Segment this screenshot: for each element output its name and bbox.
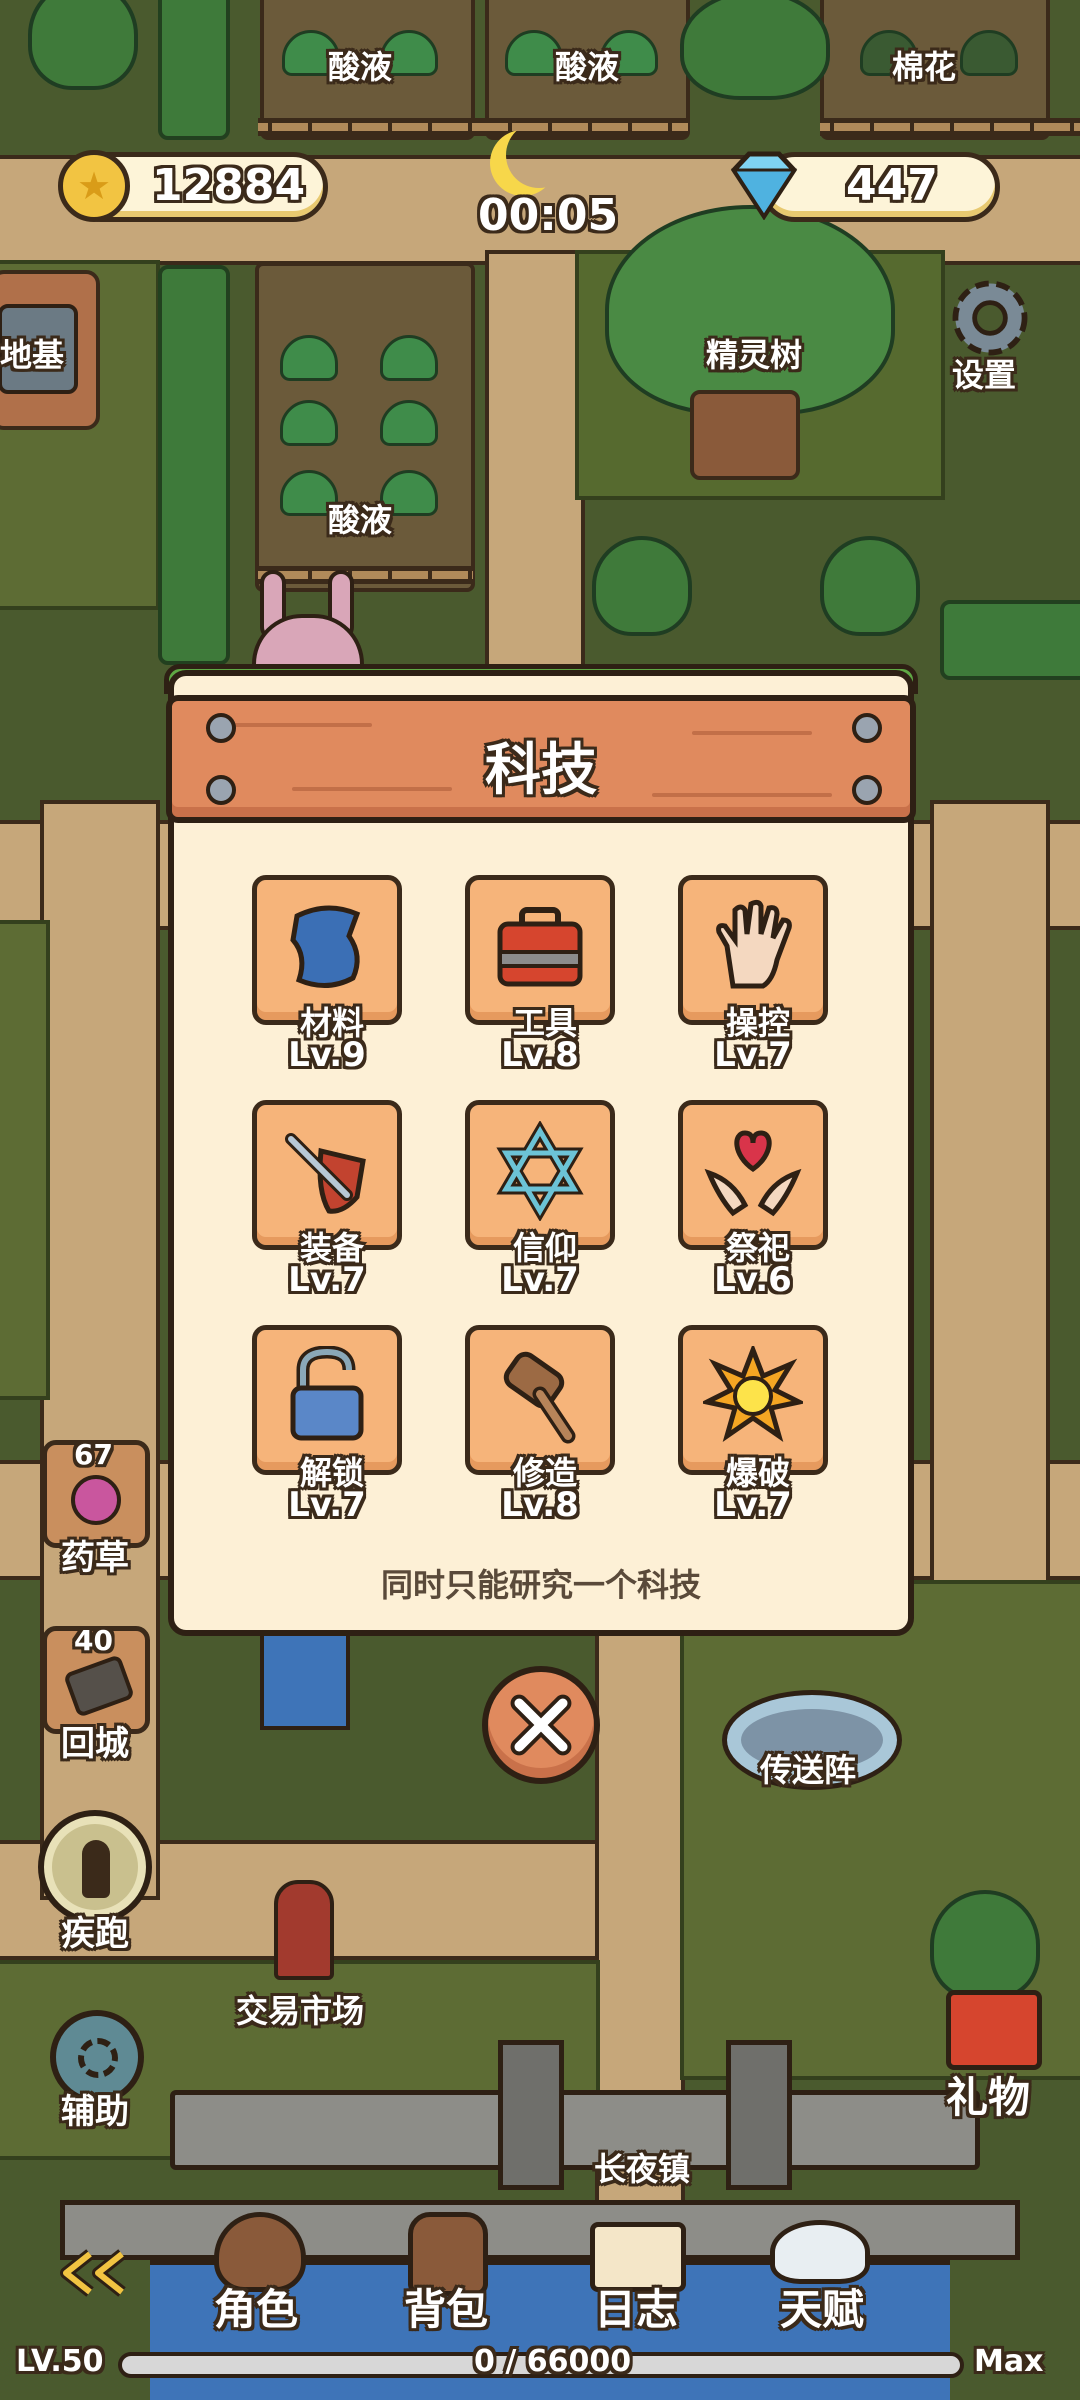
- mallet-icon: [503, 1351, 576, 1444]
- tech-construction-tile: 修造: [465, 1325, 615, 1492]
- modal-note: 同时只能研究一个科技: [380, 1566, 701, 1604]
- tech-tools[interactable]: 工具 Lv.8: [465, 875, 615, 1075]
- nav-journal[interactable]: 日志: [580, 2200, 700, 2334]
- tech-material-name: 材料: [299, 1004, 364, 1042]
- tech-tools-tile: 工具: [465, 875, 615, 1042]
- tech-demolition[interactable]: 爆破 Lv.7: [678, 1325, 828, 1525]
- tech-faith[interactable]: 信仰 Lv.7: [465, 1100, 615, 1300]
- close-button[interactable]: [482, 1666, 600, 1784]
- tech-control-tile: 操控: [678, 875, 828, 1042]
- tech-faith-tile: 信仰: [465, 1100, 615, 1267]
- nav-talent-label: 天赋: [780, 2285, 865, 2334]
- tech-sacrifice-tile: 祭祀: [678, 1100, 828, 1267]
- close-icon: [510, 1694, 572, 1756]
- nav-character[interactable]: 角色: [200, 2200, 320, 2334]
- tech-unlock[interactable]: 解锁 Lv.7: [252, 1325, 402, 1525]
- tech-equipment-name: 装备: [299, 1229, 364, 1267]
- xp-value: 0 / 66000: [474, 2344, 632, 2379]
- tech-unlock-name: 解锁: [299, 1454, 364, 1492]
- cloth-material-icon: [290, 905, 361, 988]
- padlock-icon: [290, 1346, 364, 1441]
- talent-wings-icon: [770, 2220, 870, 2284]
- hand-icon: [716, 899, 792, 989]
- nav-talent[interactable]: 天赋: [760, 2200, 880, 2334]
- tech-sacrifice[interactable]: 祭祀 Lv.6: [678, 1100, 828, 1300]
- tech-faith-name: 信仰: [512, 1229, 577, 1267]
- tech-construction-name: 修造: [512, 1454, 577, 1492]
- tech-equipment[interactable]: 装备 Lv.7: [252, 1100, 402, 1300]
- tech-equipment-tile: 装备: [252, 1100, 402, 1267]
- tech-control[interactable]: 操控 Lv.7: [678, 875, 828, 1075]
- tech-control-name: 操控: [725, 1004, 790, 1042]
- tech-construction[interactable]: 修造 Lv.8: [465, 1325, 615, 1525]
- tech-demolition-tile: 爆破: [678, 1325, 828, 1492]
- toolbox-icon: [497, 907, 583, 987]
- modal-header-plank: 科技: [166, 695, 916, 823]
- double-chevron-left-icon: [60, 2249, 126, 2297]
- nav-backpack-label: 背包: [404, 2285, 489, 2334]
- max-label: Max: [974, 2344, 1044, 2379]
- nav-backpack[interactable]: 背包: [390, 2200, 510, 2334]
- tech-material-tile: 材料: [252, 875, 402, 1042]
- tech-material[interactable]: 材料 Lv.9: [252, 875, 402, 1075]
- collapse-arrows-icon[interactable]: [50, 2248, 140, 2298]
- tech-tools-name: 工具: [512, 1004, 577, 1042]
- heart-offering-icon: [704, 1130, 802, 1217]
- nav-character-label: 角色: [214, 2285, 299, 2334]
- hexagram-icon: [496, 1121, 584, 1221]
- explosion-icon: [703, 1346, 803, 1443]
- tech-unlock-tile: 解锁: [252, 1325, 402, 1492]
- tech-demolition-name: 爆破: [725, 1454, 790, 1492]
- player-level: LV.50: [16, 2344, 104, 2379]
- sword-shield-icon: [285, 1133, 366, 1214]
- tech-sacrifice-name: 祭祀: [725, 1229, 790, 1267]
- modal-title: 科技: [485, 738, 597, 803]
- nav-journal-label: 日志: [594, 2285, 679, 2334]
